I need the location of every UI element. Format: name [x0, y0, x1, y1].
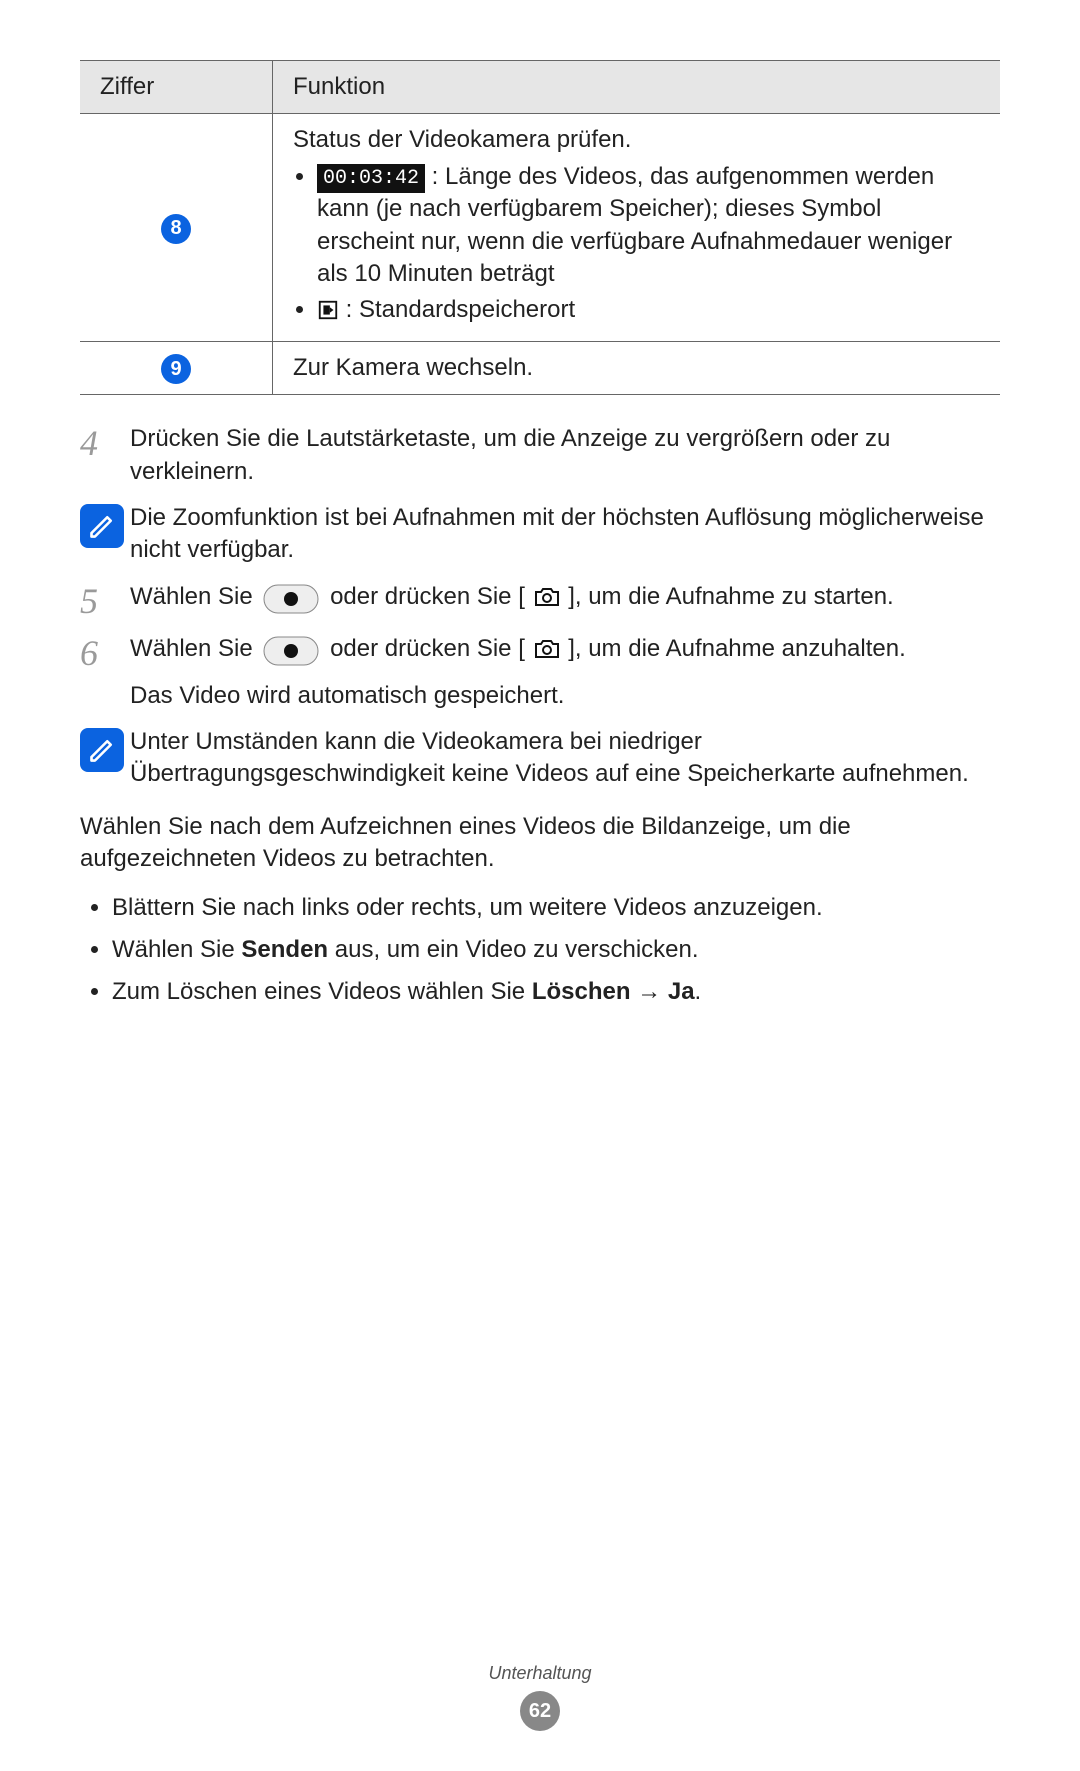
after-recording-paragraph: Wählen Sie nach dem Aufzeichnen eines Vi… — [80, 811, 1000, 876]
storage-location-icon — [317, 296, 346, 323]
bullet-text: : Standardspeicherort — [346, 296, 575, 323]
step-number: 4 — [80, 423, 130, 461]
step-text: Wählen Sie oder drücken Sie [ ], um die … — [130, 581, 1000, 619]
step-4: 4 Drücken Sie die Lautstärketaste, um di… — [80, 423, 1000, 488]
text-fragment: oder drücken Sie [ — [330, 635, 525, 662]
record-button-icon — [263, 636, 319, 671]
note-icon — [80, 726, 130, 772]
step-number: 5 — [80, 581, 130, 619]
table-row: 9 Zur Kamera wechseln. — [80, 341, 1000, 395]
text-fragment: oder drücken Sie [ — [330, 583, 525, 610]
table-row: 8 Status der Videokamera prüfen. 00:03:4… — [80, 114, 1000, 341]
note-storage-speed: Unter Umständen kann die Videokamera bei… — [80, 726, 1000, 791]
video-duration-icon: 00:03:42 — [317, 164, 425, 193]
table-header-ziffer: Ziffer — [80, 61, 273, 114]
note-text: Die Zoomfunktion ist bei Aufnahmen mit d… — [130, 502, 1000, 567]
bold-senden: Senden — [241, 936, 328, 963]
note-text: Unter Umständen kann die Videokamera bei… — [130, 726, 1000, 791]
list-item: Blättern Sie nach links oder rechts, um … — [112, 892, 1000, 924]
bold-loeschen: Löschen — [532, 978, 631, 1005]
text-fragment: . — [695, 978, 702, 1005]
row-title: Status der Videokamera prüfen. — [293, 124, 982, 156]
list-item: Zum Löschen eines Videos wählen Sie Lösc… — [112, 976, 1000, 1008]
text-fragment: ], um die Aufnahme anzuhalten. — [568, 635, 906, 662]
text-fragment: Wählen Sie — [130, 635, 259, 662]
record-button-icon — [263, 584, 319, 619]
text-fragment: aus, um ein Video zu verschicken. — [328, 936, 698, 963]
bold-ja: Ja — [668, 978, 695, 1005]
step-subtext: Das Video wird automatisch gespeichert. — [130, 680, 1000, 712]
step-6: 6 Wählen Sie oder drücken Sie [ ], um di… — [80, 633, 1000, 712]
step-number: 6 — [80, 633, 130, 671]
page-footer: Unterhaltung 62 — [0, 1661, 1080, 1731]
text-fragment: Wählen Sie — [112, 936, 241, 963]
page-number: 62 — [520, 1691, 560, 1731]
list-item: Wählen Sie Senden aus, um ein Video zu v… — [112, 934, 1000, 966]
row-number-badge: 8 — [161, 214, 191, 244]
step-5: 5 Wählen Sie oder drücken Sie [ ], um di… — [80, 581, 1000, 619]
note-icon — [80, 502, 130, 548]
after-recording-bullets: Blättern Sie nach links oder rechts, um … — [80, 892, 1000, 1009]
text-fragment: → — [631, 978, 668, 1005]
text-fragment: Zum Löschen eines Videos wählen Sie — [112, 978, 532, 1005]
document-page: Ziffer Funktion 8 Status der Videokamera… — [0, 0, 1080, 1771]
function-table: Ziffer Funktion 8 Status der Videokamera… — [80, 60, 1000, 395]
text-fragment: Wählen Sie — [130, 583, 259, 610]
table-header-funktion: Funktion — [273, 61, 1001, 114]
camera-icon — [534, 635, 567, 662]
note-zoom: Die Zoomfunktion ist bei Aufnahmen mit d… — [80, 502, 1000, 567]
row-text: Zur Kamera wechseln. — [273, 341, 1001, 395]
step-text: Drücken Sie die Lautstärketaste, um die … — [130, 423, 1000, 488]
table-bullet: 00:03:42 : Länge des Videos, das aufgeno… — [317, 161, 982, 291]
camera-icon — [534, 583, 567, 610]
step-text: Wählen Sie oder drücken Sie [ ], um die … — [130, 633, 1000, 712]
row-number-badge: 9 — [161, 354, 191, 384]
table-bullet: : Standardspeicherort — [317, 294, 982, 326]
footer-section-title: Unterhaltung — [0, 1661, 1080, 1685]
text-fragment: ], um die Aufnahme zu starten. — [568, 583, 894, 610]
